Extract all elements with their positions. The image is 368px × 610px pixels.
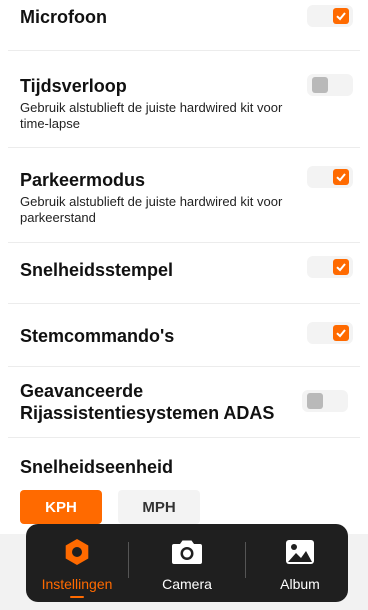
setting-description: Gebruik alstublieft de juiste hardwired … (20, 100, 283, 131)
setting-title: Stemcommando's (20, 326, 175, 346)
toggle-off-indicator (312, 77, 328, 93)
setting-row-microfoon: Microfoon (0, 0, 368, 52)
checkmark-icon (333, 259, 349, 275)
tab-label: Album (280, 576, 320, 592)
checkmark-icon (333, 8, 349, 24)
tab-separator (128, 542, 129, 578)
camera-icon (170, 536, 204, 568)
setting-description: Gebruik alstublieft de juiste hardwired … (20, 194, 283, 225)
kph-option[interactable]: KPH (20, 490, 102, 524)
active-tab-indicator (70, 596, 84, 598)
tijdsverloop-toggle[interactable] (307, 74, 353, 96)
setting-row-tijdsverloop: Tijdsverloop Gebruik alstublieft de juis… (0, 52, 368, 148)
setting-row-snelheidsstempel: Snelheidsstempel (0, 243, 368, 303)
tab-label: Camera (162, 576, 212, 592)
speed-unit-title: Snelheidseenheid (20, 457, 174, 477)
setting-row-adas: Geavanceerde Rijassistentiesystemen ADAS (0, 367, 368, 437)
tab-instellingen[interactable]: Instellingen (26, 524, 128, 602)
microfoon-toggle[interactable] (307, 5, 353, 27)
divider (8, 437, 360, 438)
checkmark-icon (333, 169, 349, 185)
setting-title: Geavanceerde Rijassistentiesystemen ADAS (20, 381, 275, 423)
setting-title: Parkeermodus (20, 170, 146, 190)
parkeermodus-toggle[interactable] (307, 166, 353, 188)
tab-label: Instellingen (41, 576, 113, 592)
setting-title: Snelheidsstempel (20, 260, 174, 280)
adas-toggle[interactable] (302, 390, 348, 412)
mph-option[interactable]: MPH (118, 490, 200, 524)
setting-row-parkeermodus: Parkeermodus Gebruik alstublieft de juis… (0, 148, 368, 242)
toggle-off-indicator (307, 393, 323, 409)
tab-album[interactable]: Album (252, 524, 348, 602)
setting-title: Microfoon (20, 7, 107, 27)
album-image-icon (284, 536, 316, 568)
setting-row-stemcommandos: Stemcommando's (0, 304, 368, 366)
checkmark-icon (333, 325, 349, 341)
tab-separator (245, 542, 246, 578)
bottom-tab-bar: Instellingen Camera Album (26, 524, 348, 602)
settings-gear-icon (62, 536, 92, 568)
divider (8, 50, 360, 51)
setting-title: Tijdsverloop (20, 76, 127, 96)
snelheidsstempel-toggle[interactable] (307, 256, 353, 278)
tab-camera[interactable]: Camera (142, 524, 232, 602)
stemcommandos-toggle[interactable] (307, 322, 353, 344)
